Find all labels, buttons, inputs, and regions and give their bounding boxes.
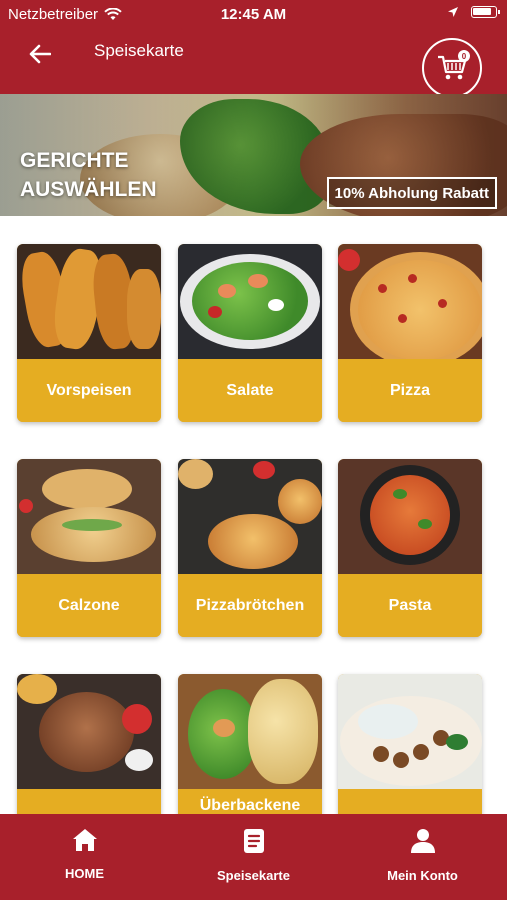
clock: 12:45 AM <box>220 6 287 23</box>
hero-title: GERICHTE AUSWÄHLEN <box>20 149 157 201</box>
battery-icon <box>471 6 500 18</box>
category-label: Calzone <box>17 574 161 637</box>
gyros-image <box>17 674 161 789</box>
category-label: Salate <box>178 359 322 422</box>
bottom-nav: HOME Speisekarte Mein Konto <box>0 814 507 900</box>
falafel-image <box>338 674 482 789</box>
category-card-salate[interactable]: Salate <box>178 244 322 422</box>
pasta-image <box>338 459 482 574</box>
category-label: Überbackene <box>178 789 322 814</box>
category-card-falafel[interactable] <box>338 674 482 814</box>
user-icon <box>410 829 435 853</box>
hero-banner: GERICHTE AUSWÄHLEN 10% Abholung Rabatt <box>0 94 507 216</box>
pizzabroetchen-image <box>178 459 322 574</box>
category-label: Vorspeisen <box>17 359 161 422</box>
category-grid: Vorspeisen Salate Pizza Calzone Pizzabrö… <box>0 226 507 814</box>
cart-button[interactable]: 0 <box>422 38 482 98</box>
calzone-image <box>17 459 161 574</box>
arrow-left-icon <box>29 44 51 64</box>
page-title: Speisekarte <box>94 41 184 60</box>
vorspeisen-image <box>17 244 161 359</box>
nav-home-label: HOME <box>65 866 104 881</box>
location-arrow-icon <box>448 7 458 17</box>
nav-mein-konto[interactable]: Mein Konto <box>338 814 507 900</box>
category-card-gyros[interactable] <box>17 674 161 814</box>
category-card-pizzabroetchen[interactable]: Pizzabrötchen <box>178 459 322 637</box>
ueberbackene-image <box>178 674 322 789</box>
category-label <box>338 789 482 814</box>
category-card-ueberbackene[interactable]: Überbackene <box>178 674 322 814</box>
discount-badge: 10% Abholung Rabatt <box>326 177 497 209</box>
nav-home[interactable]: HOME <box>0 814 169 900</box>
category-card-vorspeisen[interactable]: Vorspeisen <box>17 244 161 422</box>
category-label: Pizza <box>338 359 482 422</box>
salate-image <box>178 244 322 359</box>
category-card-pizza[interactable]: Pizza <box>338 244 482 422</box>
category-label: Pizzabrötchen <box>178 574 322 637</box>
status-bar: Netzbetreiber 12:45 AM <box>0 0 507 28</box>
app-bar: Speisekarte 0 <box>0 28 507 98</box>
category-card-calzone[interactable]: Calzone <box>17 459 161 637</box>
nav-speisekarte-label: Speisekarte <box>217 868 290 883</box>
nav-speisekarte[interactable]: Speisekarte <box>169 814 338 900</box>
category-label <box>17 789 161 814</box>
category-label: Pasta <box>338 574 482 637</box>
pizza-image <box>338 244 482 359</box>
category-card-pasta[interactable]: Pasta <box>338 459 482 637</box>
home-icon <box>72 829 97 851</box>
nav-mein-konto-label: Mein Konto <box>387 868 458 883</box>
menu-book-icon <box>243 829 264 853</box>
back-button[interactable] <box>22 36 58 72</box>
cart-count-badge: 0 <box>458 50 470 62</box>
